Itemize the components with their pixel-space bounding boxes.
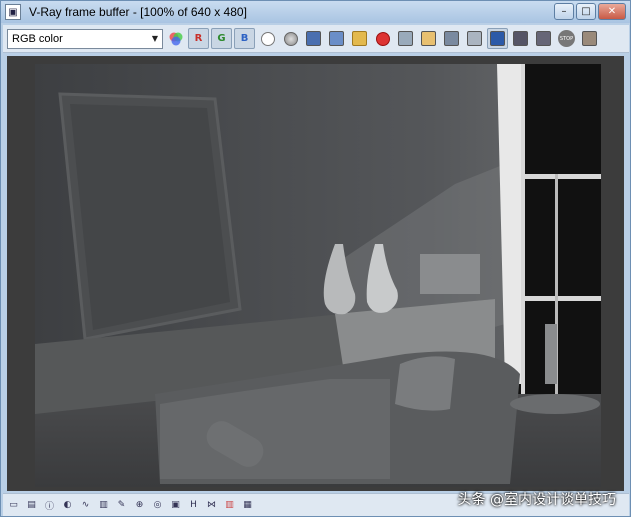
stop-button[interactable]: STOP [556,28,577,49]
history-icon: ▤ [27,500,36,510]
brush-button[interactable]: ✎ [113,497,130,514]
stop-icon: STOP [558,30,575,47]
mirror-icon: ⋈ [207,500,216,510]
render-region-icon [444,31,459,46]
stripes-button[interactable]: ▥ [221,497,238,514]
red-channel-icon: R [194,33,203,44]
red-channel-button[interactable]: R [188,28,209,49]
green-channel-icon: G [217,33,226,44]
track-mouse-icon [421,31,436,46]
channel-select[interactable]: RGB color ▼ [7,28,163,49]
open-folder-icon [352,31,367,46]
display-correction-icon [490,31,505,46]
render-button[interactable] [579,28,600,49]
mirror-button[interactable]: ⋈ [203,497,220,514]
watermark: 头条 @室内设计谈单技巧 [457,492,616,508]
blue-channel-button[interactable]: B [234,28,255,49]
render-viewport[interactable] [7,56,624,491]
curves-icon: ∿ [81,500,90,510]
vray-frame-buffer-window: ▣ V-Ray frame buffer - [100% of 640 x 48… [0,0,631,517]
levels-icon: ◐ [63,500,72,510]
histogram-button[interactable]: ▥ [95,497,112,514]
h-button[interactable]: H [185,497,202,514]
green-channel-button[interactable]: G [211,28,232,49]
panel-button[interactable]: ▭ [5,497,22,514]
rendered-image [35,64,601,487]
render-icon [582,31,597,46]
white-circle-icon [260,31,275,46]
gray-circle-button[interactable] [280,28,301,49]
curves-button[interactable]: ∿ [77,497,94,514]
app-icon: ▣ [5,4,21,20]
link-icon [467,31,482,46]
grid-icon: ▦ [243,500,252,510]
stripes-icon: ▥ [225,500,234,510]
save-image-button[interactable] [303,28,324,49]
duplicate-button[interactable] [395,28,416,49]
brush-icon: ✎ [117,500,126,510]
open-folder-button[interactable] [349,28,370,49]
info-button[interactable]: ⓘ [41,497,58,514]
blue-channel-icon: B [240,33,249,44]
lens-button[interactable]: ◎ [149,497,166,514]
stop-label: STOP [559,35,574,42]
history-button[interactable]: ▤ [23,497,40,514]
window-title: V-Ray frame buffer - [100% of 640 x 480] [29,5,247,19]
gray-circle-icon [283,31,298,46]
options-button[interactable] [533,28,554,49]
rendered-interior-scene [35,64,601,487]
clear-button[interactable] [372,28,393,49]
clear-icon [375,31,390,46]
white-circle-button[interactable] [257,28,278,49]
h-icon: H [190,500,197,510]
histogram-icon: ▥ [99,500,108,510]
duplicate-icon [398,31,413,46]
region-render-icon [513,31,528,46]
save-image-icon [306,31,321,46]
region-button[interactable]: ▣ [167,497,184,514]
save-all-icon [329,31,344,46]
region-icon: ▣ [171,500,180,510]
render-region-button[interactable] [441,28,462,49]
chevron-down-icon: ▼ [151,34,158,43]
target-button[interactable]: ⊕ [131,497,148,514]
target-icon: ⊕ [135,500,144,510]
minimize-button[interactable]: – [554,3,574,20]
maximize-button[interactable]: □ [576,3,596,20]
channel-select-value: RGB color [12,32,63,45]
toolbar: RGB color ▼ R G B STOP [3,25,629,53]
link-button[interactable] [464,28,485,49]
display-correction-button[interactable] [487,28,508,49]
title-bar[interactable]: ▣ V-Ray frame buffer - [100% of 640 x 48… [1,1,630,23]
close-button[interactable]: ✕ [598,3,626,20]
color-wheel-button[interactable] [165,28,186,49]
track-mouse-button[interactable] [418,28,439,49]
grid-button[interactable]: ▦ [239,497,256,514]
lens-icon: ◎ [153,500,162,510]
save-all-button[interactable] [326,28,347,49]
region-render-button[interactable] [510,28,531,49]
panel-icon: ▭ [9,500,18,510]
options-icon [536,31,551,46]
info-icon: ⓘ [44,501,54,512]
levels-button[interactable]: ◐ [59,497,76,514]
color-wheel-icon [169,32,182,45]
